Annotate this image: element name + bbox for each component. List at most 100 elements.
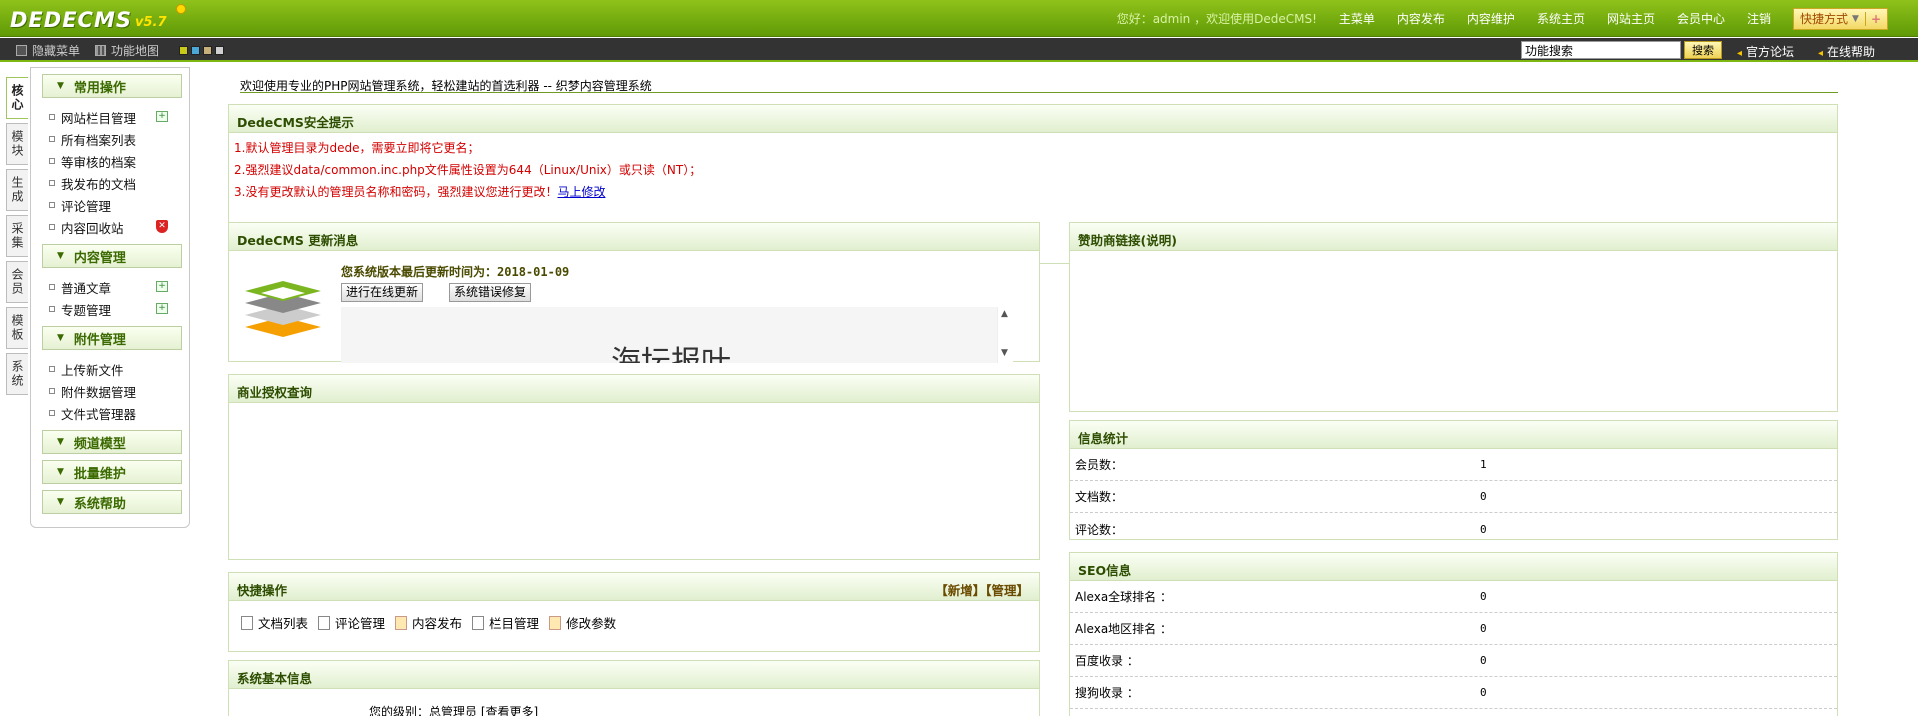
chevron-down-icon: ▼	[1852, 13, 1859, 24]
quick-ops-title: 快捷操作	[237, 583, 288, 598]
quick-doc-list[interactable]: 文档列表	[241, 613, 308, 632]
tab-collect[interactable]: 采集	[6, 215, 28, 257]
nav-member-center[interactable]: 会员中心	[1677, 10, 1725, 27]
nav-main-menu[interactable]: 主菜单	[1339, 10, 1375, 27]
add-icon[interactable]: +	[156, 303, 168, 314]
menu-item-comments[interactable]: 评论管理	[49, 194, 189, 216]
news-preview-text: 海坛报叶	[611, 345, 731, 363]
bullet-icon	[49, 284, 55, 290]
fix-now-link[interactable]: 马上修改	[557, 185, 605, 199]
skin-swatch[interactable]	[179, 46, 188, 55]
update-panel: DedeCMS 更新消息 您系统版本最后更新时间为：2018-01-09 进行在…	[228, 222, 1040, 363]
search-button[interactable]: 搜索	[1684, 41, 1722, 59]
function-map-button[interactable]: 功能地图	[95, 42, 159, 59]
menu-item-pending[interactable]: 等审核的档案	[49, 150, 189, 172]
menu-item-label: 附件数据管理	[61, 384, 137, 400]
nav-content-publish[interactable]: 内容发布	[1397, 10, 1445, 27]
menu-item-articles[interactable]: 普通文章 +	[49, 276, 189, 298]
stat-label: 文档数：	[1075, 490, 1124, 504]
admin-level-row: 您的级别：总管理员 [查看更多]	[369, 703, 538, 716]
menu-group-title: 批量维护	[73, 466, 126, 482]
side-menu: ▼ 常用操作 网站栏目管理 + 所有档案列表 等审核的档案 我发布的文档 评论管理 …	[30, 67, 190, 528]
update-news-frame: 海坛报叶 ▲ ▼	[341, 307, 1013, 363]
nav-logout[interactable]: 注销	[1747, 10, 1771, 27]
bullet-icon	[49, 158, 55, 164]
menu-group-title: 频道模型	[73, 436, 126, 452]
top-nav: 您好：admin ，欢迎使用DedeCMS! 主菜单 内容发布 内容维护 系统主…	[1117, 0, 1918, 37]
seo-label: Alexa地区排名 ：	[1075, 622, 1172, 636]
quick-publish[interactable]: 内容发布	[395, 613, 462, 632]
tab-members[interactable]: 会员	[6, 261, 28, 303]
online-help-link[interactable]: ◂ 在线帮助	[1818, 43, 1875, 60]
menu-item-file-manager[interactable]: 文件式管理器	[49, 402, 189, 424]
tab-generate[interactable]: 生成	[6, 169, 28, 211]
tab-system[interactable]: 系统	[6, 353, 28, 395]
nav-site-home[interactable]: 网站主页	[1607, 10, 1655, 27]
menu-group-content[interactable]: ▼ 内容管理	[42, 244, 182, 268]
skin-swatch[interactable]	[203, 46, 212, 55]
logo-text: DEDECMS	[10, 8, 132, 32]
nav-content-maintain[interactable]: 内容维护	[1467, 10, 1515, 27]
skin-swatch[interactable]	[191, 46, 200, 55]
stat-value: 1	[1480, 458, 1487, 471]
quick-settings[interactable]: 修改参数	[549, 613, 616, 632]
menu-group-batch[interactable]: ▼ 批量维护	[42, 460, 182, 484]
menu-item-upload[interactable]: 上传新文件	[49, 358, 189, 380]
sponsor-title: 赞助商链接	[1078, 233, 1141, 248]
tab-templates[interactable]: 模板	[6, 307, 28, 349]
panel-title: DedeCMS安全提示	[229, 105, 1837, 133]
welcome-text: 您好：admin ，欢迎使用DedeCMS!	[1116, 12, 1317, 26]
tab-core[interactable]: 核心	[6, 77, 28, 119]
menu-group-attachments[interactable]: ▼ 附件管理	[42, 326, 182, 350]
menu-item-my-docs[interactable]: 我发布的文档	[49, 172, 189, 194]
quick-item-label: 评论管理	[335, 616, 386, 631]
menu-group-title: 附件管理	[73, 332, 126, 348]
quick-menu-dropdown[interactable]: 快捷方式 ▼ +	[1793, 7, 1888, 30]
system-repair-button[interactable]: 系统错误修复	[449, 283, 532, 302]
news-scrollbar[interactable]: ▲ ▼	[997, 307, 1013, 363]
menu-item-recycle-bin[interactable]: 内容回收站 ✕	[49, 216, 189, 238]
add-icon[interactable]: +	[156, 111, 168, 122]
quick-columns[interactable]: 栏目管理	[472, 613, 539, 632]
quick-ops-manage-links[interactable]: 【新增】【管理】	[935, 580, 1029, 599]
menu-group-common[interactable]: ▼ 常用操作	[42, 74, 182, 98]
logo-version: v5.7	[135, 15, 167, 30]
menu-group-channel-models[interactable]: ▼ 频道模型	[42, 430, 182, 454]
security-warning: 1.默认管理目录为dede，需要立即将它更名；	[234, 141, 480, 155]
stat-value: 0	[1480, 522, 1487, 536]
function-search-input[interactable]	[1521, 41, 1681, 59]
nav-system-home[interactable]: 系统主页	[1537, 10, 1585, 27]
hide-menu-button[interactable]: 隐藏菜单	[16, 42, 80, 59]
menu-list-content: 普通文章 + 专题管理 +	[49, 276, 189, 320]
menu-item-column-manage[interactable]: 网站栏目管理 +	[49, 106, 189, 128]
shield-icon[interactable]: ✕	[156, 220, 168, 233]
online-update-button[interactable]: 进行在线更新	[341, 283, 424, 302]
menu-item-topics[interactable]: 专题管理 +	[49, 298, 189, 320]
chevron-down-icon: ▼	[57, 497, 64, 507]
top-header: DEDECMS v5.7 您好：admin ，欢迎使用DedeCMS! 主菜单 …	[0, 0, 1918, 37]
menu-item-label: 文件式管理器	[61, 406, 137, 422]
scroll-up-icon[interactable]: ▲	[1001, 309, 1008, 319]
chevron-down-icon: ▼	[57, 437, 64, 447]
seo-value: 0	[1480, 622, 1487, 635]
quick-menu-add-button[interactable]: +	[1864, 11, 1881, 26]
quick-item-label: 修改参数	[566, 616, 617, 631]
sponsor-note-link[interactable]: (说明)	[1141, 233, 1177, 248]
hide-menu-label: 隐藏菜单	[32, 44, 81, 58]
official-forum-link[interactable]: ◂ 官方论坛	[1737, 43, 1794, 60]
scroll-down-icon[interactable]: ▼	[1001, 348, 1008, 358]
quick-comments[interactable]: 评论管理	[318, 613, 385, 632]
menu-item-attachment-data[interactable]: 附件数据管理	[49, 380, 189, 402]
menu-group-help[interactable]: ▼ 系统帮助	[42, 490, 182, 514]
menu-item-label: 网站栏目管理	[61, 110, 137, 126]
level-value[interactable]: 总管理员 [查看更多]	[429, 705, 538, 716]
quick-item-label: 栏目管理	[489, 616, 540, 631]
stat-row: 文档数： 0	[1070, 481, 1837, 513]
seo-value: 0	[1480, 686, 1487, 699]
online-help-label: 在线帮助	[1827, 45, 1876, 59]
add-icon[interactable]: +	[156, 281, 168, 292]
skin-swatch[interactable]	[215, 46, 224, 55]
level-label: 您的级别：	[369, 705, 430, 716]
menu-item-all-archives[interactable]: 所有档案列表	[49, 128, 189, 150]
tab-modules[interactable]: 模块	[6, 123, 28, 165]
